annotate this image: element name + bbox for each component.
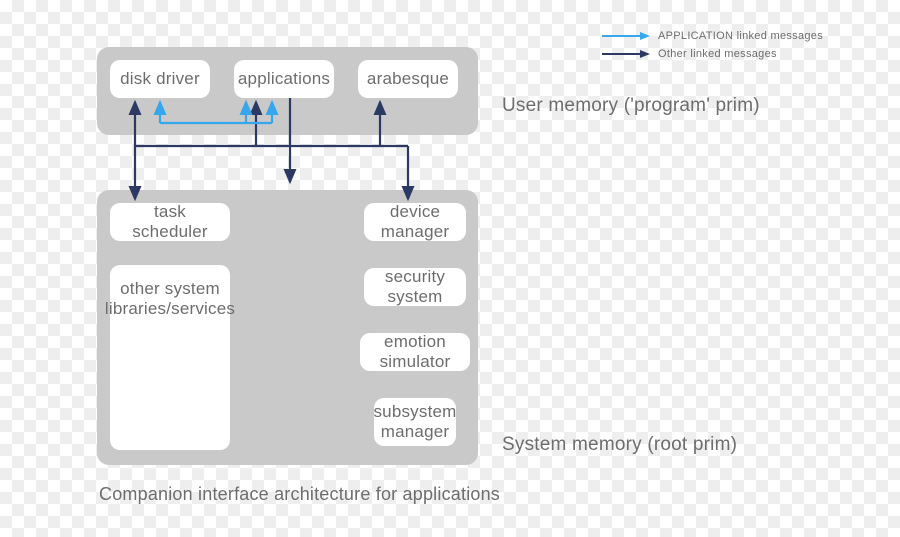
node-label: security system	[372, 267, 458, 307]
legend-row-other: Other linked messages	[602, 46, 882, 62]
node-other-libs: other system libraries/services	[110, 265, 230, 450]
node-label: subsystem manager	[373, 402, 456, 442]
node-task-scheduler: task scheduler	[110, 203, 230, 241]
legend-label-app: APPLICATION linked messages	[658, 30, 823, 42]
legend-arrow-other-icon	[602, 48, 650, 60]
legend: APPLICATION linked messages Other linked…	[602, 28, 882, 64]
node-label: other system libraries/services	[105, 279, 235, 319]
legend-label-other: Other linked messages	[658, 48, 777, 60]
legend-row-app: APPLICATION linked messages	[602, 28, 882, 44]
node-applications: applications	[234, 60, 334, 98]
node-disk-driver: disk driver	[110, 60, 210, 98]
diagram-caption: Companion interface architecture for app…	[99, 484, 500, 505]
node-label: task scheduler	[118, 202, 222, 242]
node-device-manager: device manager	[364, 203, 466, 241]
legend-arrow-app-icon	[602, 30, 650, 42]
node-security-system: security system	[364, 268, 466, 306]
node-label: emotion simulator	[368, 332, 462, 372]
node-arabesque: arabesque	[358, 60, 458, 98]
node-label: arabesque	[367, 69, 449, 89]
node-label: applications	[238, 69, 330, 89]
node-label: device manager	[372, 202, 458, 242]
node-subsystem-manager: subsystem manager	[374, 398, 456, 446]
system-memory-label: System memory (root prim)	[502, 434, 737, 456]
user-memory-label: User memory ('program' prim)	[502, 95, 760, 117]
node-label: disk driver	[120, 69, 200, 89]
node-emotion-simulator: emotion simulator	[360, 333, 470, 371]
